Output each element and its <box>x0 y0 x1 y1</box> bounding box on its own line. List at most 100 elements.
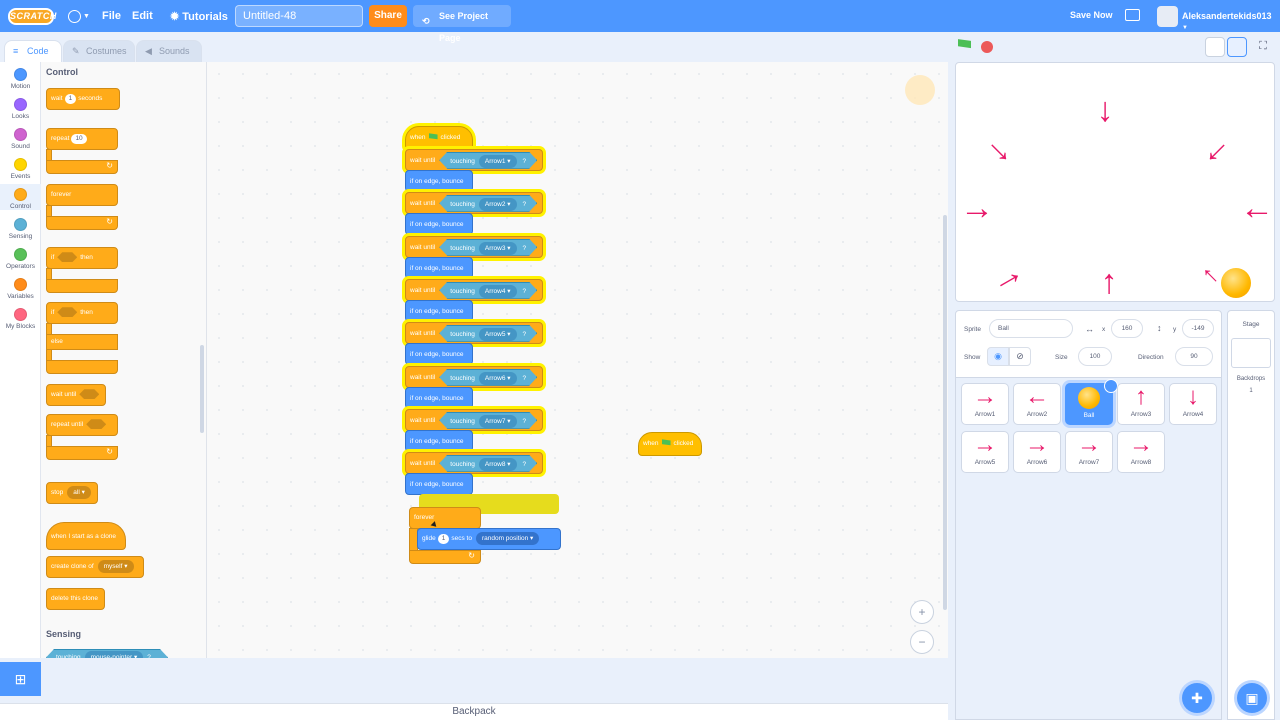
touching-dropdown[interactable]: Arrow5 ▾ <box>479 328 517 341</box>
category-sound[interactable]: Sound <box>0 128 41 150</box>
wait-until-touching-block[interactable]: wait until touching Arrow3 ▾? <box>405 236 543 258</box>
bounce-block[interactable]: if on edge, bounce <box>405 387 473 409</box>
glide-secs-input[interactable]: 1 <box>437 534 450 544</box>
stop-dropdown[interactable]: all ▾ <box>67 486 91 499</box>
sprite-tile-ball[interactable]: Ball <box>1065 379 1118 425</box>
if-else-block[interactable]: if then <box>46 302 118 324</box>
folder-icon[interactable] <box>1125 9 1140 21</box>
sprite-tile-arrow2[interactable]: ← Arrow2 <box>1013 383 1061 425</box>
touching-dropdown[interactable]: Arrow4 ▾ <box>479 285 517 298</box>
touching-condition[interactable]: touching Arrow4 ▾? <box>439 282 537 299</box>
sprite-tile-arrow1[interactable]: → Arrow1 <box>961 383 1009 425</box>
touching-condition[interactable]: touching Arrow1 ▾? <box>439 152 537 169</box>
touching-condition[interactable]: touching Arrow5 ▾? <box>439 325 537 342</box>
clone-dropdown[interactable]: myself ▾ <box>97 560 134 573</box>
forever-block[interactable]: forever <box>409 507 481 529</box>
trash-icon[interactable] <box>1104 379 1118 393</box>
wait-value-input[interactable]: 1 <box>64 94 77 104</box>
wait-until-touching-block[interactable]: wait until touching Arrow1 ▾? <box>405 149 543 171</box>
touching-dropdown[interactable]: Arrow2 ▾ <box>479 198 517 211</box>
see-project-button[interactable]: ⟲ See Project Page <box>413 5 511 43</box>
category-looks[interactable]: Looks <box>0 98 41 120</box>
wait-until-touching-block[interactable]: wait until touching Arrow6 ▾? <box>405 366 543 388</box>
sprite-tile-arrow5[interactable]: → Arrow5 <box>961 431 1009 473</box>
touching-condition[interactable]: touching Arrow8 ▾? <box>439 455 537 472</box>
touching-condition[interactable]: touching Arrow7 ▾? <box>439 412 537 429</box>
wait-until-touching-block[interactable]: wait until touching Arrow7 ▾? <box>405 409 543 431</box>
wait-until-block[interactable]: wait until <box>46 384 106 406</box>
stage-thumbnail[interactable] <box>1231 338 1271 368</box>
choose-sprite-button[interactable]: ✚ <box>1182 683 1212 713</box>
code-area[interactable]: when clicked wait until touching Arrow1 ▾? i… <box>207 62 948 658</box>
repeat-value-input[interactable]: 10 <box>71 134 87 144</box>
small-stage-button[interactable] <box>1205 37 1225 57</box>
repeat-block[interactable]: repeat 10 <box>46 128 118 150</box>
touching-dropdown[interactable]: Arrow1 ▾ <box>479 155 517 168</box>
glide-target-dropdown[interactable]: random position ▾ <box>475 532 540 545</box>
bounce-block[interactable]: if on edge, bounce <box>405 473 473 495</box>
file-menu[interactable]: File <box>102 10 121 22</box>
delete-clone-block[interactable]: delete this clone <box>46 588 105 610</box>
touching-dropdown[interactable]: mouse-pointer ▾ <box>85 651 144 658</box>
stop-button[interactable] <box>981 41 993 53</box>
category-variables[interactable]: Variables <box>0 278 41 300</box>
category-sensing[interactable]: Sensing <box>0 218 41 240</box>
glide-block[interactable]: glide 1 secs to random position ▾ <box>417 528 561 550</box>
forever-block[interactable]: forever <box>46 184 118 206</box>
bounce-block[interactable]: if on edge, bounce <box>405 170 473 192</box>
x-input[interactable]: 160 <box>1111 319 1143 338</box>
wait-until-touching-block[interactable]: wait until touching Arrow5 ▾? <box>405 322 543 344</box>
sprite-name-input[interactable]: Ball <box>989 319 1073 338</box>
wait-until-touching-block[interactable]: wait until touching Arrow2 ▾? <box>405 192 543 214</box>
green-flag-button[interactable] <box>958 39 974 55</box>
stop-block[interactable]: stop all ▾ <box>46 482 98 504</box>
edit-menu[interactable]: Edit <box>132 10 153 22</box>
avatar[interactable] <box>1157 6 1178 27</box>
when-flag-clicked-hat[interactable]: when clicked <box>405 126 473 150</box>
stage-panel[interactable]: Stage Backdrops 1 ▣ <box>1227 310 1275 720</box>
palette-scrollbar[interactable] <box>200 345 204 433</box>
sprite-tile-arrow8[interactable]: → Arrow8 <box>1117 431 1165 473</box>
touching-condition[interactable]: touching Arrow6 ▾? <box>439 369 537 386</box>
touching-dropdown[interactable]: Arrow8 ▾ <box>479 458 517 471</box>
when-flag-clicked-hat-2[interactable]: when clicked <box>638 432 702 456</box>
wait-until-touching-block[interactable]: wait until touching Arrow8 ▾? <box>405 452 543 474</box>
category-operators[interactable]: Operators <box>0 248 41 270</box>
fullscreen-icon[interactable]: ⛶ <box>1253 37 1273 57</box>
bounce-block[interactable]: if on edge, bounce <box>405 343 473 365</box>
bounce-block[interactable]: if on edge, bounce <box>405 213 473 235</box>
direction-input[interactable]: 90 <box>1175 347 1213 366</box>
sprite-tile-arrow3[interactable]: ↑ Arrow3 <box>1117 383 1165 425</box>
vertical-scrollbar[interactable] <box>943 215 947 610</box>
large-stage-button[interactable] <box>1227 37 1247 57</box>
sprite-tile-arrow7[interactable]: → Arrow7 <box>1065 431 1113 473</box>
tutorials-menu[interactable]: ✹ Tutorials <box>170 10 228 23</box>
share-button[interactable]: Share <box>369 5 407 27</box>
category-my-blocks[interactable]: My Blocks <box>0 308 41 330</box>
repeat-until-block[interactable]: repeat until <box>46 414 118 436</box>
scratch-logo[interactable]: SCRATCH <box>8 8 56 25</box>
if-then-block[interactable]: if then <box>46 247 118 269</box>
zoom-out-button[interactable]: − <box>910 630 934 654</box>
wait-block[interactable]: wait 1 seconds <box>46 88 120 110</box>
choose-backdrop-button[interactable]: ▣ <box>1237 683 1267 713</box>
bounce-block[interactable]: if on edge, bounce <box>405 257 473 279</box>
touching-dropdown[interactable]: Arrow3 ▾ <box>479 242 517 255</box>
save-now-button[interactable]: Save Now <box>1070 10 1113 20</box>
tab-code[interactable]: ≡ Code <box>4 40 62 62</box>
show-hidden-button[interactable]: ⊘ <box>1009 347 1031 366</box>
create-clone-block[interactable]: create clone of myself ▾ <box>46 556 144 578</box>
language-menu[interactable]: ▼ <box>68 8 90 24</box>
backpack[interactable]: Backpack <box>0 703 948 720</box>
tab-costumes[interactable]: ✎ Costumes <box>63 40 135 62</box>
bounce-block[interactable]: if on edge, bounce <box>405 430 473 452</box>
category-control[interactable]: Control <box>0 184 41 210</box>
when-clone-hat-block[interactable]: when I start as a clone <box>46 522 126 550</box>
bounce-block[interactable]: if on edge, bounce <box>405 300 473 322</box>
touching-condition[interactable]: touching Arrow3 ▾? <box>439 239 537 256</box>
zoom-in-button[interactable]: + <box>910 600 934 624</box>
touching-block[interactable]: touching mouse-pointer ▾? <box>46 649 168 658</box>
touching-dropdown[interactable]: Arrow6 ▾ <box>479 372 517 385</box>
category-motion[interactable]: Motion <box>0 68 41 90</box>
sprite-tile-arrow4[interactable]: ↓ Arrow4 <box>1169 383 1217 425</box>
